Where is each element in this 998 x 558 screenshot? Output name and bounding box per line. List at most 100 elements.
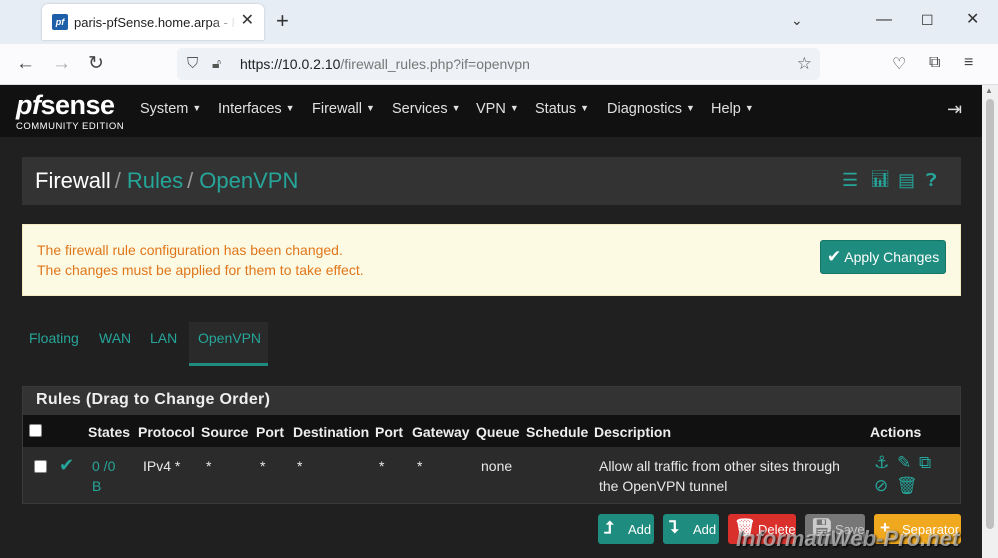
- close-tab-icon[interactable]: ✕: [241, 13, 254, 29]
- tab-floating[interactable]: Floating: [29, 330, 79, 346]
- hamburger-menu-icon[interactable]: ≡: [964, 54, 973, 72]
- add-rule-bottom-button[interactable]: ⮧ Add: [663, 514, 719, 544]
- extensions-puzzle-icon[interactable]: ⧉: [929, 54, 940, 72]
- anchor-icon[interactable]: ⚓︎: [874, 454, 889, 472]
- browser-tab[interactable]: pf paris-pfSense.home.arpa - Firewall: R…: [42, 4, 264, 40]
- new-tab-plus-icon[interactable]: +: [276, 10, 289, 32]
- table-row[interactable]: ✔ 0 /0 B IPv4 * * * * * * none Allow all…: [23, 447, 960, 503]
- edit-pencil-icon[interactable]: ✎: [897, 454, 911, 472]
- lock-warning-icon[interactable]: 🔓︎: [212, 55, 221, 72]
- rules-panel-title: Rules (Drag to Change Order): [36, 391, 271, 408]
- rule-select-checkbox[interactable]: [34, 460, 47, 473]
- rule-description-line1: Allow all traffic from other sites throu…: [599, 458, 840, 474]
- col-actions: Actions: [870, 424, 922, 440]
- breadcrumb: Firewall / Rules / OpenVPN: [35, 168, 298, 194]
- forward-arrow-icon[interactable]: →: [52, 53, 71, 75]
- tab-wan[interactable]: WAN: [99, 330, 131, 346]
- pfsense-navbar: pfsense COMMUNITY EDITION System ▼ Interf…: [0, 85, 982, 137]
- delete-trash-icon[interactable]: 🗑︎: [896, 477, 918, 495]
- help-question-icon[interactable]: ❓︎: [926, 170, 937, 190]
- breadcrumb-firewall: Firewall: [35, 168, 111, 193]
- menu-system[interactable]: System ▼: [140, 101, 201, 117]
- menu-services[interactable]: Services ▼: [392, 101, 461, 117]
- bookmark-star-icon[interactable]: ☆: [797, 54, 812, 74]
- changes-alert: The firewall rule configuration has been…: [22, 224, 961, 296]
- caret-down-icon: ▼: [192, 103, 202, 113]
- watermark: InformatiWeb-Pro.net: [736, 526, 960, 551]
- col-states: States: [88, 424, 131, 440]
- rules-panel-header: Rules (Drag to Change Order): [23, 387, 960, 415]
- url-host: https://10.0.2.10: [240, 56, 341, 72]
- arrow-down-icon: ⮧: [669, 518, 680, 537]
- breadcrumb-rules-link[interactable]: Rules: [127, 168, 183, 193]
- caret-down-icon: ▼: [285, 103, 295, 113]
- url-path: /firewall_rules.php?if=openvpn: [340, 56, 530, 72]
- pfsense-logo[interactable]: pfsense COMMUNITY EDITION: [16, 90, 126, 134]
- tab-lan[interactable]: LAN: [150, 330, 177, 346]
- menu-help[interactable]: Help ▼: [711, 101, 754, 117]
- scroll-up-arrow-icon[interactable]: ▲: [985, 86, 993, 95]
- breadcrumb-separator: /: [187, 168, 194, 193]
- caret-down-icon: ▼: [365, 103, 375, 113]
- disable-ban-icon[interactable]: ⊘: [874, 477, 888, 495]
- reload-icon[interactable]: ↻: [88, 53, 104, 75]
- rules-panel: Rules (Drag to Change Order) States Prot…: [22, 386, 961, 504]
- col-destination: Destination: [293, 424, 370, 440]
- rule-source: *: [206, 458, 212, 474]
- maximize-window-icon[interactable]: ☐: [921, 10, 934, 30]
- col-schedule: Schedule: [526, 424, 589, 440]
- copy-icon[interactable]: ⧉: [919, 454, 931, 472]
- breadcrumb-separator: /: [114, 168, 121, 193]
- bar-chart-icon[interactable]: 📊︎: [870, 170, 890, 190]
- add-rule-top-button[interactable]: ⮥ Add: [598, 514, 654, 544]
- apply-changes-button[interactable]: ✔ Apply Changes: [820, 240, 946, 274]
- rule-states-unit[interactable]: B: [92, 478, 101, 494]
- back-arrow-icon[interactable]: ←: [16, 53, 35, 75]
- menu-status[interactable]: Status ▼: [535, 101, 589, 117]
- rule-protocol: IPv4 *: [143, 458, 181, 474]
- tab-openvpn[interactable]: OpenVPN: [189, 322, 268, 366]
- rule-states-link[interactable]: 0 /0: [92, 458, 115, 474]
- menu-interfaces[interactable]: Interfaces ▼: [218, 101, 295, 117]
- col-protocol: Protocol: [138, 424, 195, 440]
- menu-firewall[interactable]: Firewall ▼: [312, 101, 375, 117]
- close-window-icon[interactable]: ✕: [966, 10, 979, 30]
- check-icon: ✔: [827, 247, 842, 266]
- address-bar[interactable]: ⛉ 🔓︎ https://10.0.2.10/firewall_rules.ph…: [177, 48, 820, 80]
- col-destination-port: Port: [375, 424, 403, 440]
- select-all-checkbox[interactable]: [29, 424, 42, 437]
- rule-destination-port: *: [379, 458, 385, 474]
- pocket-icon[interactable]: ♡: [892, 54, 906, 74]
- rules-table-header: States Protocol Source Port Destination …: [23, 415, 960, 447]
- minimize-window-icon[interactable]: —: [876, 10, 892, 30]
- breadcrumb-openvpn-link[interactable]: OpenVPN: [199, 168, 298, 193]
- rule-description-line2: the OpenVPN tunnel: [599, 478, 728, 494]
- col-description: Description: [594, 424, 672, 440]
- browser-tab-title: paris-pfSense.home.arpa - Firewall: Rule…: [74, 15, 236, 30]
- tab-list-chevron-down-icon[interactable]: ⌄: [791, 10, 803, 30]
- col-source: Source: [201, 424, 249, 440]
- page-scrollbar[interactable]: ▲: [982, 85, 998, 558]
- scrollbar-thumb[interactable]: [986, 99, 994, 529]
- menu-vpn[interactable]: VPN ▼: [476, 101, 519, 117]
- tab-openvpn-label: OpenVPN: [198, 330, 262, 346]
- list-icon[interactable]: ▤: [898, 170, 915, 190]
- pfsense-favicon-icon: pf: [52, 14, 68, 30]
- caret-down-icon: ▼: [580, 103, 590, 113]
- rule-destination: *: [297, 458, 303, 474]
- tracking-shield-icon[interactable]: ⛉: [187, 55, 198, 72]
- alert-message-line1: The firewall rule configuration has been…: [37, 242, 343, 258]
- browser-tab-bar: pf paris-pfSense.home.arpa - Firewall: R…: [0, 0, 998, 44]
- caret-down-icon: ▼: [509, 103, 519, 113]
- browser-toolbar: ← → ↻ ⛉ 🔓︎ https://10.0.2.10/firewall_ru…: [0, 44, 998, 85]
- col-source-port: Port: [256, 424, 284, 440]
- caret-down-icon: ▼: [451, 103, 461, 113]
- menu-diagnostics[interactable]: Diagnostics ▼: [607, 101, 695, 117]
- page-header: Firewall / Rules / OpenVPN ☰ 📊︎ ▤ ❓︎: [22, 157, 961, 205]
- sliders-icon[interactable]: ☰: [842, 170, 858, 190]
- logo-wordmark: pfsense: [16, 90, 115, 120]
- rule-gateway: *: [417, 458, 423, 474]
- url-text[interactable]: https://10.0.2.10/firewall_rules.php?if=…: [240, 56, 530, 72]
- logout-icon[interactable]: ⇥: [947, 99, 962, 120]
- alert-message-line2: The changes must be applied for them to …: [37, 262, 364, 278]
